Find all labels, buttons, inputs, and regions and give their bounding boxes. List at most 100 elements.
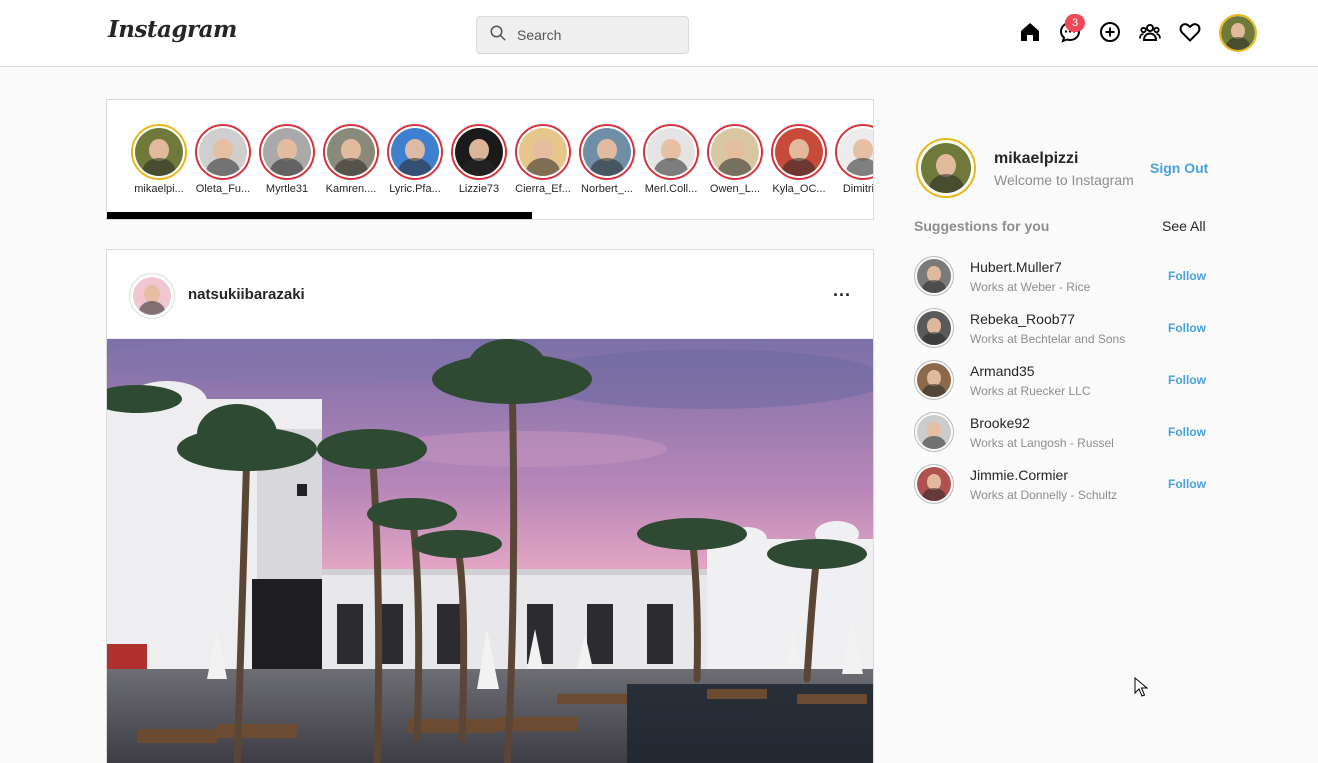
welcome-text: Welcome to Instagram: [994, 172, 1134, 188]
story-avatar-ring[interactable]: [707, 124, 763, 180]
avatar-image: [583, 128, 631, 176]
avatar-image: [391, 128, 439, 176]
story-item[interactable]: Lyric.Pfa...: [387, 124, 443, 195]
story-username: Oleta_Fu...: [195, 183, 251, 195]
story-username: Cierra_Ef...: [515, 183, 571, 195]
profile-avatar[interactable]: [1219, 14, 1257, 52]
avatar-image: [917, 363, 951, 397]
stories-scrollbar[interactable]: [107, 212, 532, 219]
story-item[interactable]: Myrtle31: [259, 124, 315, 195]
story-username: Lizzie73: [458, 183, 500, 195]
story-avatar-ring[interactable]: [131, 124, 187, 180]
story-avatar-ring[interactable]: [387, 124, 443, 180]
story-username: Merl.Coll...: [644, 183, 698, 195]
story-username: Dimitri...: [842, 183, 874, 195]
suggestion-avatar[interactable]: [914, 256, 954, 296]
more-options-icon[interactable]: ...: [833, 280, 851, 301]
story-item[interactable]: Kamren....: [323, 124, 379, 195]
story-avatar-ring[interactable]: [643, 124, 699, 180]
suggestion-avatar[interactable]: [914, 412, 954, 452]
instagram-logo[interactable]: Instagram: [108, 16, 237, 43]
story-item[interactable]: Dimitri...: [835, 124, 874, 195]
search-box[interactable]: [476, 16, 689, 54]
story-avatar-ring[interactable]: [835, 124, 873, 180]
story-username: Myrtle31: [265, 183, 309, 195]
avatar-image: [917, 467, 951, 501]
story-avatar-ring[interactable]: [579, 124, 635, 180]
follow-button[interactable]: Follow: [1168, 477, 1206, 491]
search-icon: [489, 24, 507, 47]
messages-badge: 3: [1065, 14, 1085, 32]
story-item[interactable]: Merl.Coll...: [643, 124, 699, 195]
story-item[interactable]: Kyla_OC...: [771, 124, 827, 195]
suggestion-avatar[interactable]: [914, 360, 954, 400]
story-avatar-ring[interactable]: [195, 124, 251, 180]
suggestion-subtitle: Works at Langosh - Russel: [970, 436, 1114, 450]
sign-out-button[interactable]: Sign Out: [1150, 160, 1208, 176]
story-item[interactable]: Lizzie73: [451, 124, 507, 195]
story-avatar-ring[interactable]: [259, 124, 315, 180]
suggestion-item: Brooke92 Works at Langosh - Russel Follow: [914, 412, 1209, 452]
see-all-link[interactable]: See All: [1162, 218, 1206, 234]
story-username: Norbert_...: [581, 183, 633, 195]
story-username: Kamren....: [325, 183, 377, 195]
avatar-image: [327, 128, 375, 176]
suggestion-avatar[interactable]: [914, 308, 954, 348]
follow-button[interactable]: Follow: [1168, 373, 1206, 387]
story-avatar-ring[interactable]: [515, 124, 571, 180]
heart-icon[interactable]: [1178, 20, 1204, 46]
follow-button[interactable]: Follow: [1168, 425, 1206, 439]
story-item[interactable]: Norbert_...: [579, 124, 635, 195]
suggestion-item: Rebeka_Roob77 Works at Bechtelar and Sons…: [914, 308, 1209, 348]
avatar-image: [775, 128, 823, 176]
post-image[interactable]: [107, 334, 873, 763]
avatar-image: [135, 128, 183, 176]
avatar-image: [455, 128, 503, 176]
add-post-icon[interactable]: [1098, 20, 1124, 46]
post-author-username[interactable]: natsukiibarazaki: [188, 286, 305, 303]
avatar-image: [647, 128, 695, 176]
avatar-image: [1221, 16, 1255, 50]
suggestion-username[interactable]: Armand35: [970, 363, 1035, 379]
story-username: Kyla_OC...: [772, 183, 826, 195]
top-navbar: Instagram 3: [0, 0, 1318, 67]
mouse-cursor-icon: [1134, 676, 1149, 702]
suggestion-username[interactable]: Rebeka_Roob77: [970, 311, 1075, 327]
suggestion-item: Hubert.Muller7 Works at Weber - Rice Follo…: [914, 256, 1209, 296]
people-icon[interactable]: [1138, 20, 1164, 46]
avatar-image: [917, 415, 951, 449]
story-username: Lyric.Pfa...: [389, 183, 441, 195]
avatar-image: [519, 128, 567, 176]
story-avatar-ring[interactable]: [771, 124, 827, 180]
story-item[interactable]: Oleta_Fu...: [195, 124, 251, 195]
suggestion-username[interactable]: Hubert.Muller7: [970, 259, 1062, 275]
suggestion-subtitle: Works at Ruecker LLC: [970, 384, 1091, 398]
story-username: Owen_L...: [709, 183, 761, 195]
suggestion-avatar[interactable]: [914, 464, 954, 504]
story-avatar-ring[interactable]: [451, 124, 507, 180]
post-author-avatar[interactable]: [129, 273, 175, 319]
suggestion-item: Jimmie.Cormier Works at Donnelly - Schult…: [914, 464, 1209, 504]
story-avatar-ring[interactable]: [323, 124, 379, 180]
follow-button[interactable]: Follow: [1168, 321, 1206, 335]
suggestion-subtitle: Works at Bechtelar and Sons: [970, 332, 1126, 346]
avatar-image: [839, 128, 873, 176]
story-username: mikaelpi...: [134, 183, 184, 195]
avatar-image: [199, 128, 247, 176]
suggestion-username[interactable]: Jimmie.Cormier: [970, 467, 1068, 483]
current-user-username[interactable]: mikaelpizzi: [994, 150, 1078, 168]
story-item[interactable]: Cierra_Ef...: [515, 124, 571, 195]
avatar-image: [917, 259, 951, 293]
suggestion-subtitle: Works at Donnelly - Schultz: [970, 488, 1118, 502]
search-input[interactable]: [517, 27, 667, 43]
avatar-image: [921, 143, 971, 193]
stories-bar: mikaelpi... Oleta_Fu... Myrtle31 Kamren....…: [106, 99, 874, 220]
suggestions-heading: Suggestions for you: [914, 218, 1050, 234]
suggestion-username[interactable]: Brooke92: [970, 415, 1030, 431]
avatar-image: [133, 277, 171, 315]
story-item[interactable]: Owen_L...: [707, 124, 763, 195]
home-icon[interactable]: [1018, 20, 1044, 46]
follow-button[interactable]: Follow: [1168, 269, 1206, 283]
story-item[interactable]: mikaelpi...: [131, 124, 187, 195]
current-user-avatar[interactable]: [916, 138, 976, 198]
